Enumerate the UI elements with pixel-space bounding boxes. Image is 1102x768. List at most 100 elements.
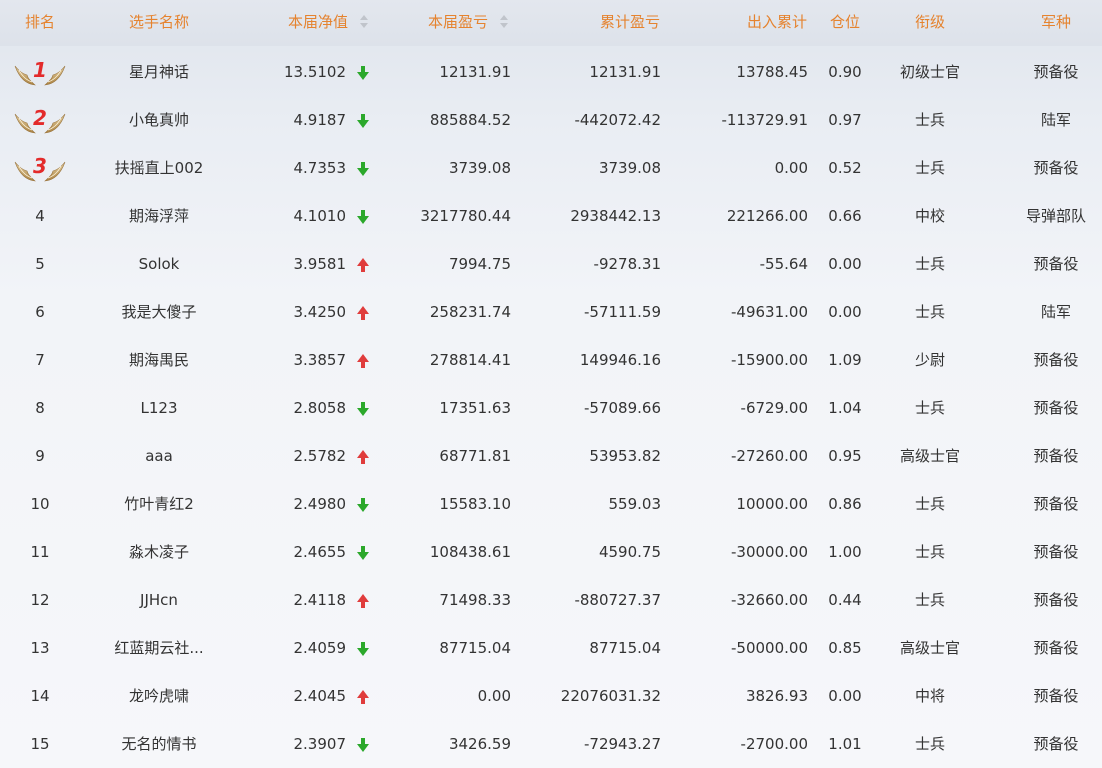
table-row[interactable]: 7 期海禺民 3.3857 278814.41 149946.16 -15900.00 1.… xyxy=(0,336,1102,384)
rank-number: 4 xyxy=(35,207,45,225)
net-value: 3.9581 xyxy=(293,255,347,273)
position-ratio: 0.90 xyxy=(828,63,862,81)
military-branch: 预备役 xyxy=(1033,63,1079,81)
table-row[interactable]: 14 龙吟虎啸 2.4045 0.00 22076031.32 3826.93 0.00 中将… xyxy=(0,672,1102,720)
session-pnl: 7994.75 xyxy=(448,255,511,273)
table-row[interactable]: 4 期海浮萍 4.1010 3217780.44 2938442.13 221266.00… xyxy=(0,192,1102,240)
header-pnl[interactable]: 本届盈亏 xyxy=(380,0,488,46)
player-name: 期海禺民 xyxy=(128,351,189,369)
arrow-down-icon xyxy=(357,498,369,512)
table-header: 排名 选手名称 本届净值 本届盈亏 累计盈亏 出入累计 仓位 衔级 军种 xyxy=(0,0,1102,46)
arrow-down-icon xyxy=(357,210,369,224)
rank-number: 10 xyxy=(30,495,50,513)
player-name: 龙吟虎啸 xyxy=(128,687,189,705)
position-ratio: 0.86 xyxy=(828,495,862,513)
rank-number: 15 xyxy=(30,735,50,753)
cash-flow-total: 3826.93 xyxy=(745,687,808,705)
cumulative-pnl: 3739.08 xyxy=(598,159,661,177)
header-nav[interactable]: 本届净值 xyxy=(240,0,348,46)
net-value: 2.4118 xyxy=(293,591,347,609)
net-value: 2.3907 xyxy=(293,735,347,753)
player-name: L123 xyxy=(140,399,178,417)
position-ratio: 0.52 xyxy=(828,159,862,177)
table-row[interactable]: 15 无名的情书 2.3907 3426.59 -72943.27 -2700.00 1.0… xyxy=(0,720,1102,768)
session-pnl: 885884.52 xyxy=(429,111,511,129)
military-rank: 士兵 xyxy=(914,543,945,561)
header-rank-title: 衔级 xyxy=(914,13,945,31)
cumulative-pnl: -72943.27 xyxy=(584,735,661,753)
table-row[interactable]: 12 JJHcn 2.4118 71498.33 -880727.37 -32660.00… xyxy=(0,576,1102,624)
military-rank: 初级士官 xyxy=(899,63,960,81)
cash-flow-total: 0.00 xyxy=(774,159,808,177)
rank-number: 13 xyxy=(30,639,50,657)
cumulative-pnl: -9278.31 xyxy=(593,255,661,273)
session-pnl: 3217780.44 xyxy=(420,207,511,225)
arrow-down-icon xyxy=(357,114,369,128)
cumulative-pnl: -57089.66 xyxy=(584,399,661,417)
table-row[interactable]: 2 小龟真帅 4.9187 885884.52 -442072.42 -113729.91… xyxy=(0,96,1102,144)
cumulative-pnl: -880727.37 xyxy=(574,591,661,609)
military-rank: 中将 xyxy=(914,687,945,705)
cash-flow-total: -32660.00 xyxy=(731,591,808,609)
arrow-up-icon xyxy=(357,306,369,320)
arrow-down-icon xyxy=(357,162,369,176)
header-rank: 排名 xyxy=(24,13,55,31)
arrow-down-icon xyxy=(357,402,369,416)
cumulative-pnl: -442072.42 xyxy=(574,111,661,129)
cumulative-pnl: 4590.75 xyxy=(598,543,661,561)
table-row[interactable]: 11 淼木凌子 2.4655 108438.61 4590.75 -30000.00 1.0… xyxy=(0,528,1102,576)
cash-flow-total: -15900.00 xyxy=(731,351,808,369)
session-pnl: 71498.33 xyxy=(439,591,511,609)
sort-icon[interactable] xyxy=(500,15,508,29)
arrow-up-icon xyxy=(357,354,369,368)
player-name: 我是大傻子 xyxy=(121,303,197,321)
military-rank: 士兵 xyxy=(914,111,945,129)
session-pnl: 258231.74 xyxy=(429,303,511,321)
table-row[interactable]: 10 竹叶青红2 2.4980 15583.10 559.03 10000.00 0.86 士… xyxy=(0,480,1102,528)
military-rank: 士兵 xyxy=(914,159,945,177)
military-branch: 预备役 xyxy=(1033,447,1079,465)
header-cum-pnl: 累计盈亏 xyxy=(599,13,660,31)
table-row[interactable]: 3 扶摇直上002 4.7353 3739.08 3739.08 0.00 0.52 士兵 预备… xyxy=(0,144,1102,192)
player-name: 淼木凌子 xyxy=(128,543,189,561)
net-value: 4.9187 xyxy=(293,111,347,129)
military-branch: 预备役 xyxy=(1033,543,1079,561)
military-branch: 预备役 xyxy=(1033,591,1079,609)
net-value: 2.4655 xyxy=(293,543,347,561)
session-pnl: 108438.61 xyxy=(429,543,511,561)
session-pnl: 15583.10 xyxy=(439,495,511,513)
net-value: 2.5782 xyxy=(293,447,347,465)
session-pnl: 278814.41 xyxy=(429,351,511,369)
military-branch: 预备役 xyxy=(1033,495,1079,513)
cash-flow-total: -55.64 xyxy=(759,255,808,273)
table-row[interactable]: 6 我是大傻子 3.4250 258231.74 -57111.59 -49631.00 0… xyxy=(0,288,1102,336)
session-pnl: 12131.91 xyxy=(439,63,511,81)
rank-number: 3 xyxy=(33,154,47,178)
position-ratio: 1.01 xyxy=(828,735,862,753)
military-rank: 少尉 xyxy=(914,351,945,369)
player-name: 红蓝期云社... xyxy=(114,639,204,657)
rank-number: 2 xyxy=(33,106,47,130)
arrow-up-icon xyxy=(357,690,369,704)
position-ratio: 0.85 xyxy=(828,639,862,657)
table-row[interactable]: 8 L123 2.8058 17351.63 -57089.66 -6729.00 1.04… xyxy=(0,384,1102,432)
table-row[interactable]: 13 红蓝期云社... 2.4059 87715.04 87715.04 -50000.0… xyxy=(0,624,1102,672)
position-ratio: 0.00 xyxy=(828,687,862,705)
player-name: 竹叶青红2 xyxy=(124,495,194,513)
cash-flow-total: -27260.00 xyxy=(731,447,808,465)
header-cash-flow: 出入累计 xyxy=(746,13,807,31)
session-pnl: 17351.63 xyxy=(439,399,511,417)
cumulative-pnl: 149946.16 xyxy=(579,351,661,369)
military-branch: 陆军 xyxy=(1040,303,1071,321)
position-ratio: 1.04 xyxy=(828,399,862,417)
table-row[interactable]: 9 aaa 2.5782 68771.81 53953.82 -27260.00 0.95 高… xyxy=(0,432,1102,480)
table-row[interactable]: 1 星月神话 13.5102 12131.91 12131.91 13788.45 0.90… xyxy=(0,48,1102,96)
sort-icon[interactable] xyxy=(360,15,368,29)
cumulative-pnl: 53953.82 xyxy=(589,447,661,465)
position-ratio: 1.00 xyxy=(828,543,862,561)
military-branch: 预备役 xyxy=(1033,639,1079,657)
military-rank: 高级士官 xyxy=(899,639,960,657)
position-ratio: 0.00 xyxy=(828,303,862,321)
medal-icon: 3 xyxy=(13,153,67,183)
table-row[interactable]: 5 Solok 3.9581 7994.75 -9278.31 -55.64 0.00 士兵 预… xyxy=(0,240,1102,288)
